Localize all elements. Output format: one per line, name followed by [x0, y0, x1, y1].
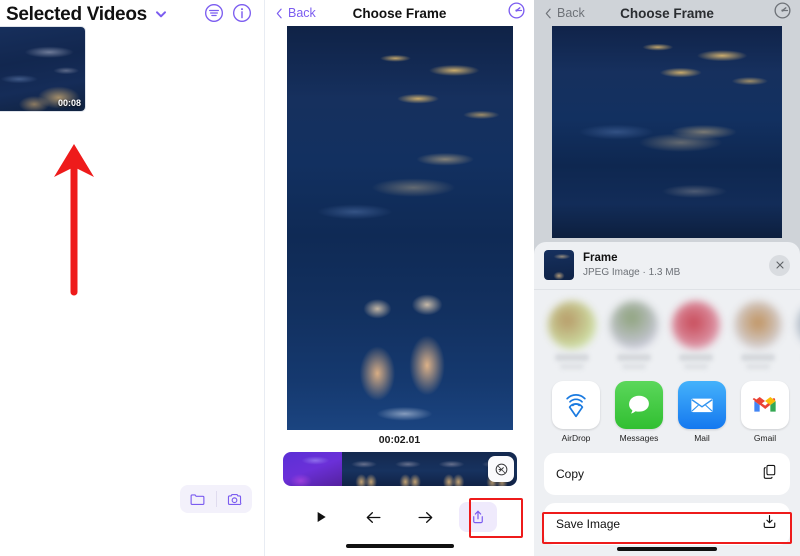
contact-suggestion[interactable]: [734, 301, 782, 369]
home-indicator: [345, 544, 454, 548]
share-target-messages[interactable]: Messages: [615, 381, 663, 443]
save-image-icon: [761, 513, 778, 535]
chevron-down-icon[interactable]: [153, 6, 169, 22]
back-button-label: Back: [288, 6, 316, 20]
play-button[interactable]: [295, 500, 347, 534]
contact-name-blurred: [555, 354, 589, 361]
filter-icon[interactable]: [204, 3, 226, 25]
share-target-mail[interactable]: Mail: [678, 381, 726, 443]
speed-dial-icon[interactable]: [773, 1, 792, 25]
timeline-filmstrip[interactable]: [283, 452, 517, 486]
file-details: JPEG Image · 1.3 MB: [583, 266, 681, 278]
avatar: [734, 301, 782, 349]
file-meta: Frame JPEG Image · 1.3 MB: [583, 251, 760, 278]
current-timestamp: 00:02.01: [378, 434, 421, 446]
camera-button[interactable]: [217, 491, 253, 508]
action-label: Save Image: [556, 517, 621, 531]
right-nav-bar: Back Choose Frame: [534, 0, 800, 26]
filmstrip-frame: [385, 452, 430, 486]
contact-suggestion[interactable]: [672, 301, 720, 369]
share-button-slot: [452, 500, 504, 534]
share-target-label: Gmail: [753, 433, 777, 443]
contact-sub-blurred: [746, 364, 770, 369]
avatar: [610, 301, 658, 349]
video-duration-badge: 00:08: [57, 98, 81, 108]
info-icon[interactable]: [232, 3, 254, 25]
contact-sub-blurred: [684, 364, 708, 369]
share-target-airdrop[interactable]: AirDrop: [552, 381, 600, 443]
contact-name-blurred: [679, 354, 713, 361]
file-name: Frame: [583, 252, 618, 265]
selected-videos-topbar: Selected Videos: [0, 0, 264, 28]
airdrop-icon: [552, 381, 600, 429]
avatar: [796, 301, 800, 349]
panel-selected-videos: Selected Videos 00:08: [0, 0, 264, 556]
nav-title: Choose Frame: [620, 5, 714, 21]
action-label: Copy: [556, 467, 585, 481]
file-thumbnail: [544, 250, 574, 280]
screenshot-root: Selected Videos 00:08 Back Choose Frame …: [0, 0, 800, 556]
frame-preview: [552, 26, 782, 238]
panel-share-sheet: Back Choose Frame Frame JPEG Image · 1.3…: [534, 0, 800, 556]
close-icon[interactable]: [769, 254, 790, 276]
action-copy[interactable]: Copy: [544, 453, 790, 495]
avatar: [672, 301, 720, 349]
back-button[interactable]: Back: [273, 6, 316, 20]
contact-name-blurred: [741, 354, 775, 361]
share-target-label: Messages: [619, 433, 659, 443]
contact-name-blurred: [617, 354, 651, 361]
annotation-arrow-up: [44, 122, 104, 302]
video-thumbnail[interactable]: 00:08: [0, 26, 86, 112]
share-sheet-header: Frame JPEG Image · 1.3 MB: [534, 242, 800, 290]
prev-frame-button[interactable]: [347, 500, 399, 534]
contact-suggestion[interactable]: [610, 301, 658, 369]
video-preview[interactable]: [287, 26, 513, 430]
apps-row: AirDrop Messages Mail Gmail: [534, 375, 800, 443]
playback-controls: [265, 500, 534, 534]
share-sheet: Frame JPEG Image · 1.3 MB AirDrop Messag…: [534, 242, 800, 556]
left-bottom-toolbar: [180, 485, 252, 513]
no-speed-icon[interactable]: [488, 456, 514, 482]
share-target-label: Mail: [694, 433, 710, 443]
share-target-gmail[interactable]: Gmail: [741, 381, 789, 443]
mail-icon: [678, 381, 726, 429]
share-button[interactable]: [458, 502, 497, 532]
contact-suggestion[interactable]: [796, 301, 800, 369]
filmstrip-frame: [283, 452, 343, 486]
speed-dial-icon[interactable]: [507, 1, 526, 25]
next-frame-button[interactable]: [400, 500, 452, 534]
contact-sub-blurred: [622, 364, 646, 369]
contact-suggestion[interactable]: [548, 301, 596, 369]
folder-button[interactable]: [180, 491, 216, 508]
home-indicator: [617, 547, 717, 551]
panel-choose-frame: Back Choose Frame 00:02.01: [264, 0, 534, 556]
avatar: [548, 301, 596, 349]
gmail-icon: [741, 381, 789, 429]
page-title: Selected Videos: [6, 3, 147, 25]
contact-sub-blurred: [560, 364, 584, 369]
action-save-image[interactable]: Save Image: [544, 503, 790, 545]
filmstrip-frame: [429, 452, 474, 486]
messages-icon: [615, 381, 663, 429]
filmstrip-frame: [342, 452, 386, 486]
share-target-label: AirDrop: [561, 433, 591, 443]
contacts-row: [534, 290, 800, 375]
mid-nav-bar: Back Choose Frame: [265, 0, 534, 26]
copy-icon: [761, 463, 778, 485]
